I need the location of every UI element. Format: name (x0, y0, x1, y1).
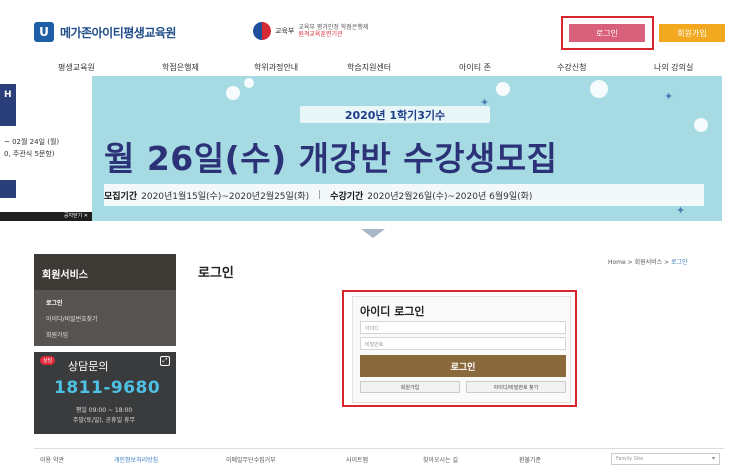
study-value: 2020년2월26일(수)~2020년 6월9일(화) (367, 191, 533, 202)
global-nav: 평생교육원 학점은행제 학위과정안내 학습지원센터 아이티 존 수강신청 나의 … (0, 56, 753, 76)
consult-title: 상담문의 (68, 360, 109, 373)
login-form-title: 아이디 로그인 (360, 305, 425, 318)
banner-headline: 월 26일(수) 개강반 수강생모집 (104, 139, 558, 178)
gnb-item-my-classroom[interactable]: 나의 강의실 (654, 62, 693, 73)
logo-text: 메가존아이티평생교육원 (60, 25, 176, 40)
login-submit-button[interactable]: 로그인 (360, 355, 566, 377)
footer-terms[interactable]: 이용 약관 (40, 455, 64, 464)
notice-popup: H ~ 02월 24일 (월) 0, 주관식 5문항) 공지닫기 ✕ (0, 76, 92, 221)
sidebar-menu: 로그인 아이디/비밀번호찾기 회원가입 (34, 290, 176, 346)
sparkle-icon: ✦ (664, 90, 674, 103)
find-account-button[interactable]: 아이디/비밀번호 찾기 (466, 381, 566, 393)
gov-desc: 교육부 평가인정 학점은행제 원격교육훈련기관 (298, 24, 368, 38)
flower-decoration-icon (226, 86, 240, 100)
footer-sitemap[interactable]: 사이트맵 (346, 455, 368, 464)
gov-desc-line1: 교육부 평가인정 학점은행제 (298, 24, 369, 31)
home-page: U 메가존아이티평생교육원 교육부 교육부 평가인정 학점은행제 원격교육훈련기… (0, 0, 753, 225)
recruit-label: 모집기간 (104, 191, 138, 202)
gov-name: 교육부 (275, 27, 295, 35)
breadcrumb-home[interactable]: Home (608, 259, 626, 266)
breadcrumb-section[interactable]: 회원서비스 (635, 259, 663, 266)
recruit-value: 2020년1월15일(수)~2020년2월25일(화) (141, 191, 310, 202)
gnb-item-lifelong[interactable]: 평생교육원 (58, 62, 95, 73)
notice-close-button[interactable]: 공지닫기 ✕ (0, 212, 92, 221)
sidebar-item-find-account[interactable]: 아이디/비밀번호찾기 (46, 314, 98, 323)
notice-line2: 0, 주관식 5문항) (4, 150, 55, 158)
footer-divider (34, 448, 724, 449)
banner-subtitle: 2020년 1학기3기수 (300, 106, 490, 123)
consult-hours-block: 평일 09:00 ~ 18:00 주말(토/일), 공휴일 휴무 (56, 406, 152, 426)
login-highlight-box: 아이디 로그인 로그인 회원가입 아이디/비밀번호 찾기 (342, 290, 577, 407)
consult-phone: 1811-9680 (54, 378, 161, 398)
login-highlight-box (561, 16, 654, 50)
gov-desc-line2: 원격교육훈련기관 (298, 31, 343, 38)
study-label: 수강기간 (330, 191, 364, 202)
consult-holiday: 주말(토/일), 공휴일 휴무 (72, 417, 136, 424)
expand-icon[interactable]: ⤢ (160, 356, 170, 366)
gnb-item-it-zone[interactable]: 아이티 존 (459, 62, 491, 73)
banner-period-bar: 모집기간 2020년1월15일(수)~2020년2월25일(화) | 수강기간 … (104, 184, 704, 206)
family-site-label: Family Site (616, 456, 644, 462)
breadcrumb: Home > 회원서비스 > 로그인 (608, 259, 688, 266)
footer-email-policy[interactable]: 이메일무단수집거부 (226, 455, 276, 464)
id-input[interactable] (360, 321, 566, 334)
login-form: 아이디 로그인 로그인 회원가입 아이디/비밀번호 찾기 (352, 296, 571, 403)
government-badge: 교육부 교육부 평가인정 학점은행제 원격교육훈련기관 (253, 22, 368, 40)
transition-arrow-icon (361, 229, 385, 238)
period-divider: | (318, 190, 322, 200)
sidebar-item-join[interactable]: 회원가입 (46, 330, 68, 339)
gnb-item-support[interactable]: 학습지원센터 (347, 62, 391, 73)
footer-refund[interactable]: 환불기준 (519, 455, 541, 464)
family-site-select[interactable]: Family Site ▾ (611, 453, 720, 465)
consult-badge: 상담 (40, 356, 56, 365)
flower-decoration-icon (694, 118, 708, 132)
header-join-button[interactable]: 회원가입 (659, 24, 725, 42)
footer-links: 이용 약관 개인정보처리방침 이메일무단수집거부 사이트맵 찾아오시는 길 환불… (0, 452, 753, 466)
password-input[interactable] (360, 337, 566, 350)
notice-close-label: 공지닫기 (63, 213, 83, 219)
sidebar-title: 회원서비스 (34, 254, 176, 290)
sidebar-item-login[interactable]: 로그인 (46, 298, 63, 307)
consult-hours: 평일 09:00 ~ 18:00 (75, 407, 133, 414)
site-logo[interactable]: U 메가존아이티평생교육원 (34, 22, 176, 42)
flower-decoration-icon (496, 82, 510, 96)
join-button[interactable]: 회원가입 (360, 381, 460, 393)
notice-line1: ~ 02월 24일 (월) (4, 138, 60, 146)
screenshot-root: U 메가존아이티평생교육원 교육부 교육부 평가인정 학점은행제 원격교육훈련기… (0, 0, 753, 468)
page-title: 로그인 (198, 266, 234, 281)
login-page: 회원서비스 로그인 아이디/비밀번호찾기 회원가입 상담 상담문의 ⤢ 1811… (0, 246, 753, 468)
notice-popup-button[interactable] (0, 180, 16, 198)
notice-popup-text: ~ 02월 24일 (월) 0, 주관식 5문항) (4, 136, 59, 160)
promo-banner[interactable]: ✦ ✦ ✦ H ~ 02월 24일 (월) 0, 주관식 5문항) 공지닫기 ✕… (0, 76, 722, 221)
gnb-item-credit-bank[interactable]: 학점은행제 (162, 62, 199, 73)
footer-privacy[interactable]: 개인정보처리방침 (114, 455, 158, 464)
gnb-item-enroll[interactable]: 수강신청 (557, 62, 586, 73)
flower-decoration-icon (590, 80, 608, 98)
gnb-item-degree[interactable]: 학위과정안내 (254, 62, 298, 73)
taegeuk-icon (253, 22, 271, 40)
footer-directions[interactable]: 찾아오시는 길 (423, 455, 458, 464)
chevron-down-icon: ▾ (711, 455, 715, 462)
notice-popup-header: H (0, 84, 16, 126)
consult-panel: 상담 상담문의 ⤢ 1811-9680 평일 09:00 ~ 18:00 주말(… (34, 352, 176, 434)
flower-decoration-icon (244, 78, 254, 88)
logo-mark-icon: U (34, 22, 54, 42)
breadcrumb-current: 로그인 (671, 259, 688, 266)
